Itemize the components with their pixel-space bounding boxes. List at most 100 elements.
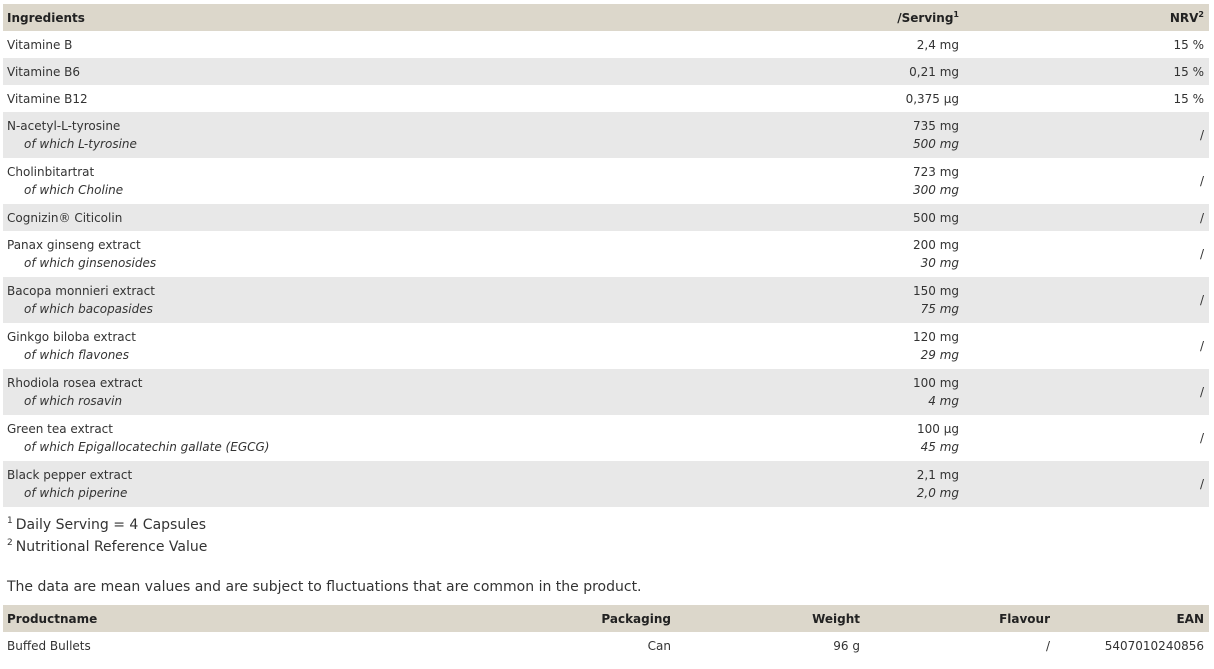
ingredients-header-row: Ingredients /Serving1 NRV2 xyxy=(3,4,1209,31)
ingredient-name: Cholinbitartrat xyxy=(7,165,95,179)
ingredient-serving: 735 mg xyxy=(912,119,959,133)
product-ean: 5407010240856 xyxy=(1104,638,1204,653)
ingredient-serving-cell: 150 mg 75 mg xyxy=(755,277,1140,323)
ingredient-sub-serving: 4 mg xyxy=(928,394,959,408)
ingredient-row: Panax ginseng extract of which ginsenosid… xyxy=(3,231,1209,277)
product-packaging: Can xyxy=(647,638,671,653)
ingredient-name-cell: Cholinbitartrat of which Choline xyxy=(3,158,755,204)
ingredient-serving: 120 mg xyxy=(912,330,959,344)
ingredient-name-cell: Panax ginseng extract of which ginsenosid… xyxy=(3,231,755,277)
ingredient-sub-name: of which flavones xyxy=(24,348,129,362)
product-row: Buffed Bullets Can 96 g / 5407010240856 xyxy=(3,632,1209,659)
ingredient-nrv: 15 % xyxy=(1173,91,1205,106)
ingredient-serving: 100 µg xyxy=(917,422,959,436)
ingredient-name: N-acetyl-L-tyrosine xyxy=(7,119,121,133)
header-ean: EAN xyxy=(1055,605,1209,632)
ingredient-sub-serving: 45 mg xyxy=(920,440,959,454)
ingredient-row: Rhodiola rosea extract of which rosavin 10… xyxy=(3,369,1209,415)
ingredient-name-cell: Bacopa monnieri extract of which bacopasi… xyxy=(3,277,755,323)
ingredient-name: Ginkgo biloba extract xyxy=(7,330,136,344)
header-ingredients: Ingredients xyxy=(3,4,755,31)
ingredient-serving-cell: 100 mg 4 mg xyxy=(755,369,1140,415)
ingredient-row: Cognizin® Citicolin 500 mg / xyxy=(3,204,1209,231)
ingredient-row: Green tea extract of which Epigallocatech… xyxy=(3,415,1209,461)
ingredient-name: Cognizin® Citicolin xyxy=(7,210,123,225)
header-serving-label: /Serving xyxy=(897,10,954,25)
ingredient-sub-serving: 2,0 mg xyxy=(916,486,959,500)
ingredient-row: Vitamine B6 0,21 mg 15 % xyxy=(3,58,1209,85)
ingredient-serving-cell: 120 mg 29 mg xyxy=(755,323,1140,369)
ingredient-nrv: / xyxy=(1140,369,1209,415)
ingredient-serving: 500 mg xyxy=(912,210,959,225)
ingredient-serving-cell: 2,1 mg 2,0 mg xyxy=(755,461,1140,507)
ingredient-name-cell: Vitamine B xyxy=(3,31,755,58)
footnote-text: Daily Serving = 4 Capsules xyxy=(15,517,206,533)
ingredient-serving: 2,1 mg xyxy=(916,468,959,482)
product-header-row: Productname Packaging Weight Flavour EAN xyxy=(3,605,1209,632)
footnote-marker: 1 xyxy=(7,516,13,527)
footnote-2: 2 Nutritional Reference Value xyxy=(7,536,207,558)
header-weight: Weight xyxy=(676,605,865,632)
product-name: Buffed Bullets xyxy=(7,638,91,653)
ingredient-nrv: 15 % xyxy=(1140,58,1209,85)
ingredient-sub-name: of which Choline xyxy=(24,183,124,197)
header-flavour: Flavour xyxy=(865,605,1055,632)
ingredient-sub-name: of which rosavin xyxy=(24,394,123,408)
ingredient-name-cell: Vitamine B12 xyxy=(3,85,755,112)
header-serving: /Serving1 xyxy=(755,4,1140,31)
product-weight: 96 g xyxy=(833,638,860,653)
header-productname: Productname xyxy=(3,605,492,632)
ingredient-name: Black pepper extract xyxy=(7,468,133,482)
ingredient-sub-serving: 300 mg xyxy=(912,183,959,197)
ingredient-serving-cell: 723 mg 300 mg xyxy=(755,158,1140,204)
ingredient-serving: 0,375 µg xyxy=(905,91,959,106)
ingredient-row: Ginkgo biloba extract of which flavones 12… xyxy=(3,323,1209,369)
ingredient-name-cell: Black pepper extract of which piperine xyxy=(3,461,755,507)
ingredient-nrv: / xyxy=(1199,339,1204,353)
ingredient-serving-cell: 735 mg 500 mg xyxy=(755,112,1140,158)
ingredient-sub-name: of which L-tyrosine xyxy=(24,137,137,151)
product-table: Productname Packaging Weight Flavour EAN… xyxy=(3,605,1209,659)
ingredient-serving-cell: 2,4 mg xyxy=(755,31,1140,58)
ingredient-serving-cell: 200 mg 30 mg xyxy=(755,231,1140,277)
ingredient-nrv: / xyxy=(1199,174,1204,188)
ingredient-nrv: / xyxy=(1140,277,1209,323)
ingredient-name: Vitamine B12 xyxy=(7,91,88,106)
ingredient-serving: 2,4 mg xyxy=(916,37,959,52)
ingredient-row: Vitamine B 2,4 mg 15 % xyxy=(3,31,1209,58)
ingredient-name: Bacopa monnieri extract xyxy=(7,284,155,298)
ingredient-name-cell: Ginkgo biloba extract of which flavones xyxy=(3,323,755,369)
ingredient-serving-cell: 500 mg xyxy=(755,204,1140,231)
ingredient-nrv: / xyxy=(1199,431,1204,445)
ingredient-serving-cell: 100 µg 45 mg xyxy=(755,415,1140,461)
ingredient-name: Vitamine B6 xyxy=(7,64,81,79)
product-flavour: / xyxy=(1045,638,1050,653)
ingredient-row: Cholinbitartrat of which Choline 723 mg 300… xyxy=(3,158,1209,204)
ingredient-name: Rhodiola rosea extract xyxy=(7,376,143,390)
ingredient-row: Bacopa monnieri extract of which bacopasi… xyxy=(3,277,1209,323)
ingredient-sub-name: of which ginsenosides xyxy=(24,256,157,270)
ingredient-nrv: / xyxy=(1140,204,1209,231)
ingredient-row: Vitamine B12 0,375 µg 15 % xyxy=(3,85,1209,112)
header-nrv-label: NRV xyxy=(1169,10,1199,25)
footnote-marker: 2 xyxy=(7,538,13,549)
ingredient-name-cell: Rhodiola rosea extract of which rosavin xyxy=(3,369,755,415)
ingredient-sub-name: of which bacopasides xyxy=(24,302,153,316)
ingredients-table: Ingredients /Serving1 NRV2 Vitamine B 2,4… xyxy=(3,4,1209,507)
footnotes: 1 Daily Serving = 4 Capsules 2 Nutritional… xyxy=(7,514,207,558)
ingredient-serving: 150 mg xyxy=(912,284,959,298)
ingredient-name-cell: Green tea extract of which Epigallocatech… xyxy=(3,415,755,461)
header-nrv: NRV2 xyxy=(1140,4,1209,31)
ingredient-row: Black pepper extract of which piperine 2,1… xyxy=(3,461,1209,507)
ingredient-sub-name: of which piperine xyxy=(24,486,128,500)
ingredient-name: Vitamine B xyxy=(7,37,73,52)
ingredient-serving: 100 mg xyxy=(912,376,959,390)
ingredient-nrv: / xyxy=(1199,247,1204,261)
ingredient-name: Panax ginseng extract xyxy=(7,238,141,252)
header-nrv-footnote-marker: 2 xyxy=(1198,9,1204,19)
ingredient-row: N-acetyl-L-tyrosine of which L-tyrosine 73… xyxy=(3,112,1209,158)
header-ingredients-label: Ingredients xyxy=(7,10,85,25)
ingredient-name-cell: N-acetyl-L-tyrosine of which L-tyrosine xyxy=(3,112,755,158)
ingredient-sub-serving: 500 mg xyxy=(912,137,959,151)
disclaimer-text: The data are mean values and are subject… xyxy=(7,579,642,595)
